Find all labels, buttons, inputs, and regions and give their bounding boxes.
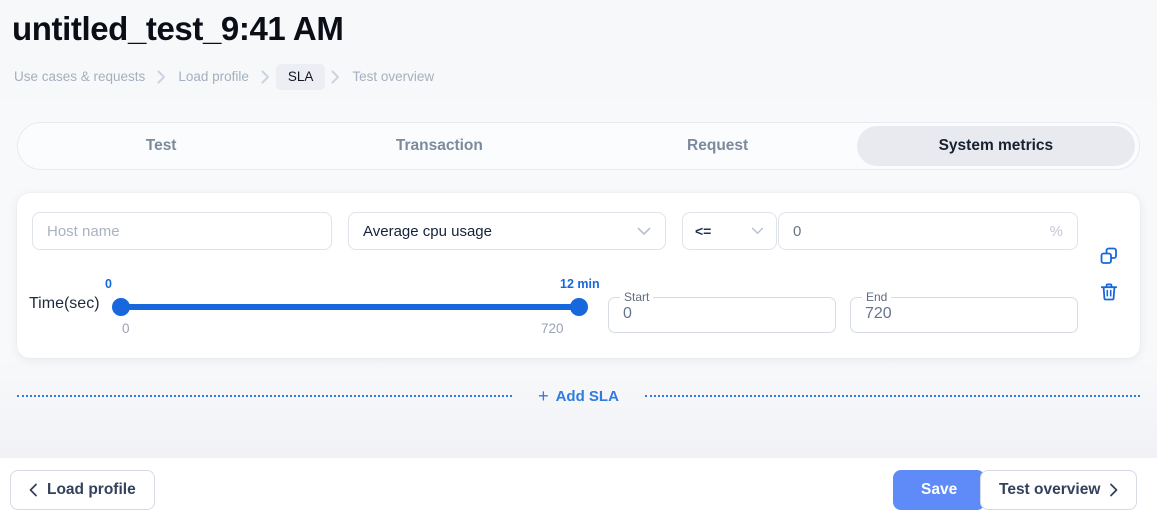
- test-overview-next-button[interactable]: Test overview: [980, 470, 1138, 510]
- slider-max-tick-label: 720: [541, 321, 564, 336]
- divider-left: [17, 395, 513, 397]
- tab-system-metrics[interactable]: System metrics: [856, 126, 1135, 166]
- load-profile-back-label: Load profile: [47, 481, 136, 498]
- chevron-left-icon: [29, 483, 38, 497]
- chevron-right-icon: [255, 70, 276, 84]
- tab-request[interactable]: Request: [579, 126, 857, 166]
- operator-select-value: <=: [695, 223, 712, 239]
- breadcrumb-item-load-profile[interactable]: Load profile: [172, 64, 255, 90]
- slider-min-tick-label: 0: [122, 321, 130, 336]
- footer-bar: Load profile Save Test overview: [0, 458, 1157, 523]
- chevron-right-icon: [325, 70, 346, 84]
- chevron-right-icon: [1109, 483, 1118, 497]
- start-time-value: 0: [623, 305, 632, 322]
- slider-thumb-start[interactable]: [112, 298, 130, 316]
- add-sla-label: Add SLA: [555, 387, 619, 405]
- breadcrumb-item-test-overview[interactable]: Test overview: [346, 64, 440, 90]
- save-button-label: Save: [921, 481, 958, 498]
- slider-rail[interactable]: [120, 304, 580, 310]
- page-title: untitled_test_9:41 AM: [12, 10, 344, 47]
- threshold-unit-suffix: %: [1049, 222, 1063, 240]
- trash-icon[interactable]: [1096, 279, 1122, 305]
- divider-right: [644, 395, 1140, 397]
- tab-bar: Test Transaction Request System metrics: [17, 122, 1140, 170]
- time-slider-label: Time(sec): [29, 295, 100, 312]
- end-time-input[interactable]: End 720: [850, 290, 1078, 333]
- chevron-down-icon: [637, 227, 651, 236]
- start-time-label: Start: [620, 290, 654, 304]
- breadcrumb-item-use-cases[interactable]: Use cases & requests: [8, 64, 151, 90]
- test-overview-next-label: Test overview: [999, 481, 1101, 498]
- tab-test[interactable]: Test: [22, 126, 300, 166]
- slider-end-value-label: 12 min: [560, 277, 600, 291]
- metric-select-value: Average cpu usage: [363, 222, 492, 240]
- host-name-input[interactable]: Host name: [32, 212, 332, 250]
- plus-icon: +: [538, 386, 549, 406]
- threshold-value-input[interactable]: 0 %: [778, 212, 1078, 250]
- save-button[interactable]: Save: [893, 470, 986, 510]
- content-area: Test Transaction Request System metrics …: [0, 100, 1157, 458]
- sla-card: Host name Average cpu usage <= 0 % Time(…: [17, 193, 1140, 358]
- copy-icon[interactable]: [1096, 243, 1122, 269]
- add-sla-row: + Add SLA: [17, 385, 1140, 407]
- time-slider[interactable]: [112, 298, 588, 316]
- start-time-input[interactable]: Start 0: [608, 290, 836, 333]
- slider-thumb-end[interactable]: [570, 298, 588, 316]
- slider-start-value-label: 0: [105, 277, 112, 291]
- breadcrumb: Use cases & requests Load profile SLA Te…: [8, 64, 440, 90]
- chevron-right-icon: [151, 70, 172, 84]
- operator-select[interactable]: <=: [682, 212, 777, 250]
- breadcrumb-item-sla[interactable]: SLA: [275, 64, 326, 90]
- metric-select[interactable]: Average cpu usage: [348, 212, 666, 250]
- load-profile-back-button[interactable]: Load profile: [10, 470, 155, 510]
- host-name-placeholder: Host name: [47, 222, 120, 240]
- tab-transaction[interactable]: Transaction: [300, 126, 578, 166]
- add-sla-button[interactable]: + Add SLA: [512, 387, 645, 405]
- threshold-value: 0: [793, 222, 802, 240]
- chevron-down-icon: [751, 227, 764, 235]
- end-time-value: 720: [865, 305, 892, 322]
- end-time-label: End: [862, 290, 892, 304]
